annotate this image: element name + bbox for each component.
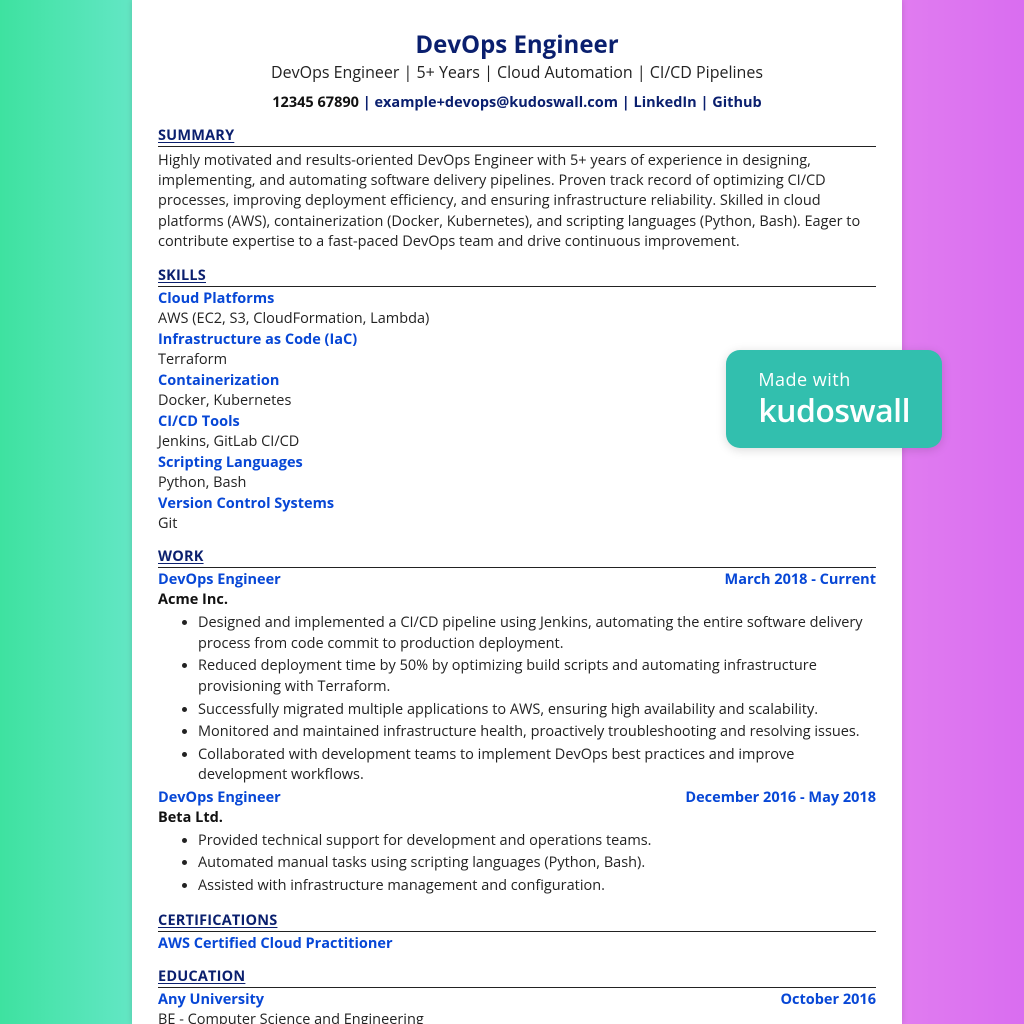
certifications-section: CERTIFICATIONS AWS Certified Cloud Pract… — [158, 911, 876, 953]
contact-line: 12345 67890 | example+devops@kudoswall.c… — [158, 93, 876, 112]
section-heading-certs: CERTIFICATIONS — [158, 911, 876, 932]
education-degree: BE - Computer Science and Engineering — [158, 1010, 876, 1024]
job-bullet: Reduced deployment time by 50% by optimi… — [198, 656, 876, 697]
tagline: DevOps Engineer | 5+ Years | Cloud Autom… — [158, 62, 876, 83]
skill-group: Scripting LanguagesPython, Bash — [158, 453, 876, 492]
job-dates: March 2018 - Current — [725, 570, 876, 589]
job-bullet: Automated manual tasks using scripting l… — [198, 853, 876, 874]
education-row: Any University October 2016 — [158, 990, 876, 1009]
badge-brand: kudoswall — [758, 394, 910, 428]
job-bullet: Collaborated with development teams to i… — [198, 745, 876, 786]
job-company: Acme Inc. — [158, 590, 876, 609]
skill-items: Git — [158, 514, 876, 533]
skill-category: Cloud Platforms — [158, 289, 876, 308]
skill-items: AWS (EC2, S3, CloudFormation, Lambda) — [158, 309, 876, 328]
summary-text: Highly motivated and results-oriented De… — [158, 151, 876, 252]
linkedin-link[interactable]: LinkedIn — [634, 93, 697, 112]
job-dates: December 2016 - May 2018 — [685, 788, 876, 807]
education-section: EDUCATION Any University October 2016 BE… — [158, 967, 876, 1024]
certification-name: AWS Certified Cloud Practitioner — [158, 934, 876, 953]
page-title: DevOps Engineer — [158, 28, 876, 61]
separator: | — [697, 93, 713, 112]
job-bullet: Assisted with infrastructure management … — [198, 876, 876, 897]
separator: | — [359, 93, 375, 112]
skill-group: Version Control SystemsGit — [158, 494, 876, 533]
job-bullet: Provided technical support for developme… — [198, 831, 876, 852]
github-link[interactable]: Github — [712, 93, 761, 112]
section-heading-edu: EDUCATION — [158, 967, 876, 988]
summary-section: SUMMARY Highly motivated and results-ori… — [158, 126, 876, 252]
section-heading-work: WORK — [158, 547, 876, 568]
job-header: DevOps Engineer December 2016 - May 2018 — [158, 788, 876, 807]
job-company: Beta Ltd. — [158, 808, 876, 827]
education-date: October 2016 — [780, 990, 876, 1009]
job-bullet: Successfully migrated multiple applicati… — [198, 700, 876, 721]
job-title: DevOps Engineer — [158, 570, 281, 589]
skill-category: Version Control Systems — [158, 494, 876, 513]
resume-header: DevOps Engineer DevOps Engineer | 5+ Yea… — [158, 28, 876, 112]
skill-group: Cloud PlatformsAWS (EC2, S3, CloudFormat… — [158, 289, 876, 328]
job-title: DevOps Engineer — [158, 788, 281, 807]
job-bullet: Designed and implemented a CI/CD pipelin… — [198, 613, 876, 654]
work-section: WORK DevOps Engineer March 2018 - Current… — [158, 547, 876, 896]
separator: | — [618, 93, 634, 112]
resume-page: DevOps Engineer DevOps Engineer | 5+ Yea… — [132, 0, 902, 1024]
education-school: Any University — [158, 990, 264, 1009]
section-heading-skills: SKILLS — [158, 266, 876, 287]
phone-number: 12345 67890 — [272, 93, 359, 112]
job-bullet: Monitored and maintained infrastructure … — [198, 722, 876, 743]
email-link[interactable]: example+devops@kudoswall.com — [374, 93, 617, 112]
skill-category: Scripting Languages — [158, 453, 876, 472]
skill-category: Infrastructure as Code (IaC) — [158, 330, 876, 349]
made-with-badge[interactable]: Made with kudoswall — [726, 350, 942, 448]
job-header: DevOps Engineer March 2018 - Current — [158, 570, 876, 589]
skill-items: Python, Bash — [158, 473, 876, 492]
job-bullets: Provided technical support for developme… — [158, 831, 876, 897]
section-heading-summary: SUMMARY — [158, 126, 876, 147]
job-bullets: Designed and implemented a CI/CD pipelin… — [158, 613, 876, 786]
